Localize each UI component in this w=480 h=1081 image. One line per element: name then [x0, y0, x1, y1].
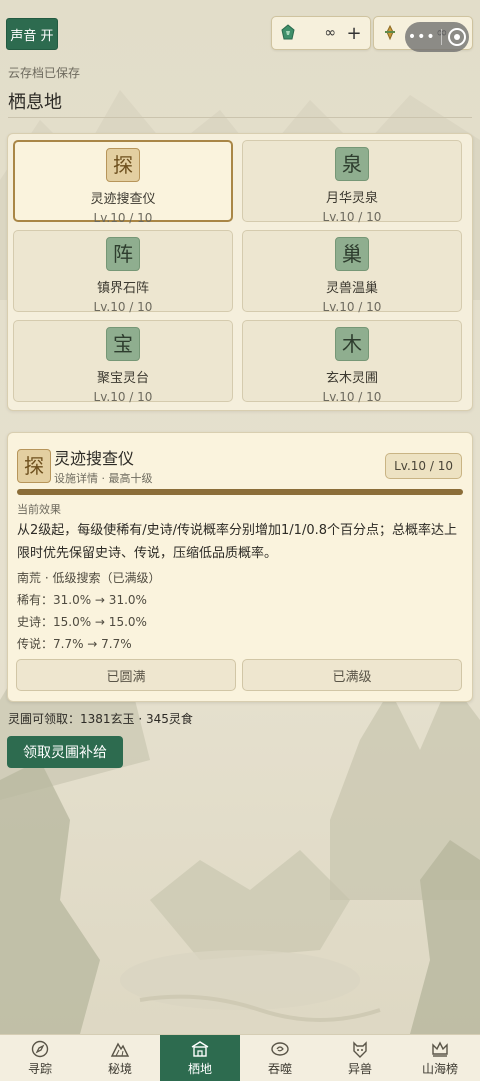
level-progress-bar: [17, 489, 463, 495]
tab-label: 吞噬: [267, 1062, 292, 1076]
level-progress-fill: [17, 489, 463, 495]
facility-card-array[interactable]: 阵 镇界石阵 Lv.10 / 10: [13, 230, 233, 314]
detail-glyph: 探: [17, 449, 51, 483]
facility-name: 玄木灵圃: [325, 371, 378, 386]
facility-name: 月华灵泉: [325, 191, 378, 206]
detail-subtitle: 设施详情 · 最高十级: [54, 472, 153, 485]
tab-label: 秘境: [107, 1062, 132, 1076]
legend-rate-line: 传说：7.7% → 7.7%: [17, 637, 132, 651]
facility-card-treasure[interactable]: 宝 聚宝灵台 Lv.10 / 10: [13, 320, 233, 404]
tab-beasts[interactable]: 异兽: [320, 1035, 400, 1081]
facility-card-search[interactable]: 探 灵迹搜查仪 Lv.10 / 10: [13, 140, 233, 225]
crown-icon: [432, 1041, 448, 1057]
tab-label: 栖地: [187, 1062, 212, 1076]
rare-rate-line: 稀有：31.0% → 31.0%: [17, 593, 147, 607]
facility-glyph: 巢: [335, 237, 369, 271]
detail-name: 灵迹搜查仪: [54, 449, 135, 468]
resource-jade-pill: ∞ +: [271, 16, 371, 50]
facility-level: Lv.10 / 10: [93, 300, 153, 314]
tab-label: 异兽: [347, 1062, 372, 1076]
facility-level: Lv.10 / 10: [93, 390, 153, 404]
capsule-divider: [441, 29, 443, 45]
claim-garden-supply-button[interactable]: 领取灵圃补给: [7, 736, 123, 768]
facility-card-nest[interactable]: 巢 灵兽温巢 Lv.10 / 10: [242, 230, 462, 314]
facility-glyph: 阵: [106, 237, 140, 271]
tab-trace[interactable]: 寻踪: [0, 1035, 80, 1081]
food-icon: [385, 24, 395, 41]
compass-icon: [31, 1040, 49, 1058]
tab-secret-realm[interactable]: 秘境: [80, 1035, 160, 1081]
facility-grid: 探 灵迹搜查仪 Lv.10 / 10 泉 月华灵泉 Lv.10 / 10 阵 镇…: [7, 133, 473, 411]
effect-description: 从2级起，每级使稀有/史诗/传说概率分别增加1/1/0.8个百分点；总概率达上限…: [17, 523, 458, 561]
tab-label: 山海榜: [421, 1062, 458, 1076]
max-level-button[interactable]: 已满级: [242, 659, 462, 691]
facility-name: 聚宝灵台: [96, 371, 149, 386]
facility-detail-panel: 探 灵迹搜查仪 设施详情 · 最高十级 Lv.10 / 10 当前效果 从2级起…: [7, 432, 473, 702]
beast-icon: [353, 1041, 367, 1058]
add-resource-button[interactable]: +: [344, 23, 364, 44]
swirl-icon: [271, 1042, 289, 1056]
facility-name: 灵迹搜查仪: [90, 192, 156, 207]
facility-glyph: 探: [106, 148, 140, 182]
facility-glyph: 木: [335, 327, 369, 361]
search-tier-line: 南荒 · 低级搜索（已满级）: [17, 571, 161, 585]
epic-rate-line: 史诗：15.0% → 15.0%: [17, 615, 147, 629]
facility-name: 灵兽温巢: [325, 281, 378, 296]
facility-card-spring[interactable]: 泉 月华灵泉 Lv.10 / 10: [242, 140, 462, 224]
bottom-tab-bar: 寻踪 秘境 栖地 吞噬 异兽 山海榜: [0, 1034, 480, 1081]
jade-icon: [281, 24, 295, 40]
tab-devour[interactable]: 吞噬: [240, 1035, 320, 1081]
facility-level: Lv.10 / 10: [322, 300, 382, 314]
cloud-save-status: 云存档已保存: [8, 66, 81, 80]
effect-heading: 当前效果: [17, 503, 61, 516]
perfected-button[interactable]: 已圆满: [16, 659, 236, 691]
garden-claim-info: 灵圃可领取：1381玄玉 · 345灵食: [8, 712, 193, 726]
facility-level: Lv.10 / 10: [322, 390, 382, 404]
tab-habitat[interactable]: 栖地: [160, 1035, 240, 1081]
resource-jade-value: ∞: [324, 25, 336, 41]
more-icon[interactable]: •••: [408, 29, 436, 45]
page-title: 栖息地: [8, 92, 62, 113]
facility-card-garden[interactable]: 木 玄木灵圃 Lv.10 / 10: [242, 320, 462, 404]
facility-glyph: 泉: [335, 147, 369, 181]
miniprogram-capsule[interactable]: •••: [405, 22, 469, 52]
mountain-icon: [110, 1042, 130, 1057]
title-divider: [8, 117, 472, 118]
sound-toggle-button[interactable]: 声音 开: [6, 18, 58, 50]
close-target-icon[interactable]: [448, 28, 467, 46]
facility-glyph: 宝: [106, 327, 140, 361]
facility-level: Lv.10 / 10: [322, 210, 382, 224]
tab-ranking[interactable]: 山海榜: [400, 1035, 480, 1081]
house-icon: [191, 1041, 209, 1057]
tab-label: 寻踪: [27, 1062, 52, 1076]
facility-level: Lv.10 / 10: [93, 211, 153, 225]
detail-level-badge: Lv.10 / 10: [385, 453, 462, 479]
facility-name: 镇界石阵: [96, 281, 149, 296]
